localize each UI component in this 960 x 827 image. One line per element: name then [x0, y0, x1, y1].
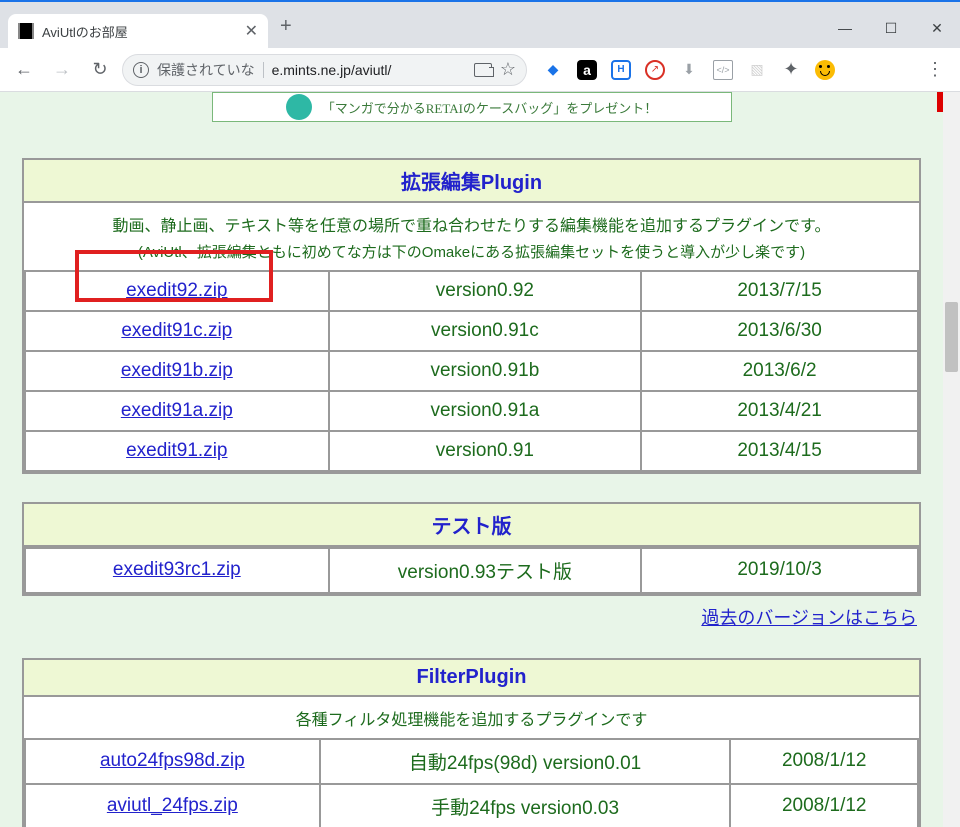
exedit-desc-1: 動画、静止画、テキスト等を任意の場所で重ね合わせたりする編集機能を追加するプラグ…: [32, 213, 911, 240]
version-cell: 自動24fps(98d) version0.01: [320, 739, 731, 784]
download-link[interactable]: exedit92.zip: [126, 280, 227, 301]
extension-icons: ◆ a H ↗ ⬇ </> ▧ ✦: [543, 60, 912, 80]
address-bar[interactable]: i 保護されていな e.mints.ne.jp/aviutl/ ☆: [122, 54, 527, 86]
section-test-title: テスト版: [24, 504, 919, 547]
url-text: e.mints.ne.jp/aviutl/: [272, 62, 392, 78]
date-cell: 2008/1/12: [730, 784, 918, 827]
maximize-button[interactable]: ☐: [868, 8, 914, 48]
version-cell: version0.92: [329, 271, 642, 311]
past-versions-link[interactable]: 過去のバージョンはこちら: [701, 608, 917, 628]
browser-menu-button[interactable]: ⋮: [918, 59, 952, 80]
ext-icon-7[interactable]: ▧: [747, 60, 767, 80]
version-cell: version0.91: [329, 431, 642, 471]
page-viewport: 「マンガで分かるRETAIのケースバッグ」をプレゼント！ 拡張編集Plugin …: [0, 92, 943, 827]
filter-table: auto24fps98d.zip 自動24fps(98d) version0.0…: [24, 738, 919, 827]
table-row: aviutl_24fps.zip 手動24fps version0.03 200…: [25, 784, 918, 827]
ext-icon-3[interactable]: H: [611, 60, 631, 80]
download-link[interactable]: exedit91c.zip: [121, 320, 232, 341]
download-link[interactable]: aviutl_24fps.zip: [107, 795, 238, 816]
scrollbar-thumb[interactable]: [945, 302, 958, 372]
ext-icon-4[interactable]: ↗: [645, 60, 665, 80]
minimize-button[interactable]: —: [822, 8, 868, 48]
version-cell: version0.91c: [329, 311, 642, 351]
section-test: テスト版 exedit93rc1.zip version0.93テスト版 201…: [22, 502, 921, 596]
version-cell: version0.91a: [329, 391, 642, 431]
exedit-table: exedit92.zip version0.92 2013/7/15 exedi…: [24, 270, 919, 472]
test-table: exedit93rc1.zip version0.93テスト版 2019/10/…: [24, 547, 919, 594]
version-cell: version0.93テスト版: [329, 548, 642, 593]
table-row: exedit91a.zip version0.91a 2013/4/21: [25, 391, 918, 431]
date-cell: 2013/6/30: [641, 311, 918, 351]
window-top-border: [0, 0, 960, 8]
ext-icon-2[interactable]: a: [577, 60, 597, 80]
new-tab-button[interactable]: +: [280, 15, 292, 42]
date-cell: 2019/10/3: [641, 548, 918, 593]
section-filter-title: FilterPlugin: [24, 660, 919, 697]
table-row: exedit92.zip version0.92 2013/7/15: [25, 271, 918, 311]
download-link[interactable]: exedit91b.zip: [121, 360, 233, 381]
version-cell: version0.91b: [329, 351, 642, 391]
banner-logo-icon: [286, 94, 312, 120]
browser-toolbar: ← → ↻ i 保護されていな e.mints.ne.jp/aviutl/ ☆ …: [0, 48, 960, 92]
version-cell: 手動24fps version0.03: [320, 784, 731, 827]
download-link[interactable]: exedit91a.zip: [121, 400, 233, 421]
extensions-button[interactable]: ✦: [781, 60, 801, 80]
ext-icon-1[interactable]: ◆: [543, 60, 563, 80]
reload-button[interactable]: ↻: [84, 54, 116, 86]
reader-mode-icon[interactable]: [474, 63, 492, 77]
banner-text: 「マンガで分かるRETAIのケースバッグ」をプレゼント！: [322, 98, 658, 117]
section-exedit: 拡張編集Plugin 動画、静止画、テキスト等を任意の場所で重ね合わせたりする編…: [22, 158, 921, 474]
close-window-button[interactable]: ✕: [914, 8, 960, 48]
browser-tab[interactable]: AviUtlのお部屋 ✕: [8, 14, 268, 48]
filter-desc: 各種フィルタ処理機能を追加するプラグインです: [32, 707, 911, 734]
download-link[interactable]: auto24fps98d.zip: [100, 750, 245, 771]
ad-banner[interactable]: 「マンガで分かるRETAIのケースバッグ」をプレゼント！: [212, 92, 732, 122]
table-row: exedit91c.zip version0.91c 2013/6/30: [25, 311, 918, 351]
past-versions-link-wrap: 過去のバージョンはこちら: [22, 604, 917, 630]
table-row: auto24fps98d.zip 自動24fps(98d) version0.0…: [25, 739, 918, 784]
omnibox-divider: [263, 62, 264, 78]
forward-button[interactable]: →: [46, 54, 78, 86]
date-cell: 2013/7/15: [641, 271, 918, 311]
tab-close-icon[interactable]: ✕: [245, 21, 258, 41]
download-link[interactable]: exedit91.zip: [126, 440, 227, 461]
site-info-icon[interactable]: i: [133, 62, 149, 78]
ext-icon-5[interactable]: ⬇: [679, 60, 699, 80]
security-label: 保護されていな: [157, 60, 255, 80]
window-controls: — ☐ ✕: [822, 8, 960, 48]
date-cell: 2013/4/15: [641, 431, 918, 471]
back-button[interactable]: ←: [8, 54, 40, 86]
download-link[interactable]: exedit93rc1.zip: [113, 559, 241, 580]
section-filter: FilterPlugin 各種フィルタ処理機能を追加するプラグインです auto…: [22, 658, 921, 827]
table-row: exedit93rc1.zip version0.93テスト版 2019/10/…: [25, 548, 918, 593]
date-cell: 2008/1/12: [730, 739, 918, 784]
tab-title: AviUtlのお部屋: [42, 22, 128, 41]
exedit-desc-2: (AviUtl、拡張編集ともに初めてな方は下のOmakeにある拡張編集セットを使…: [32, 240, 911, 266]
section-exedit-title: 拡張編集Plugin: [24, 160, 919, 203]
ext-icon-smiley[interactable]: [815, 60, 835, 80]
table-row: exedit91b.zip version0.91b 2013/6/2: [25, 351, 918, 391]
date-cell: 2013/6/2: [641, 351, 918, 391]
favicon-icon: [18, 23, 34, 39]
titlebar: AviUtlのお部屋 ✕ + — ☐ ✕: [0, 8, 960, 48]
ext-icon-6[interactable]: </>: [713, 60, 733, 80]
table-row: exedit91.zip version0.91 2013/4/15: [25, 431, 918, 471]
date-cell: 2013/4/21: [641, 391, 918, 431]
bookmark-star-icon[interactable]: ☆: [500, 59, 516, 80]
scrollbar-track[interactable]: [943, 92, 960, 827]
